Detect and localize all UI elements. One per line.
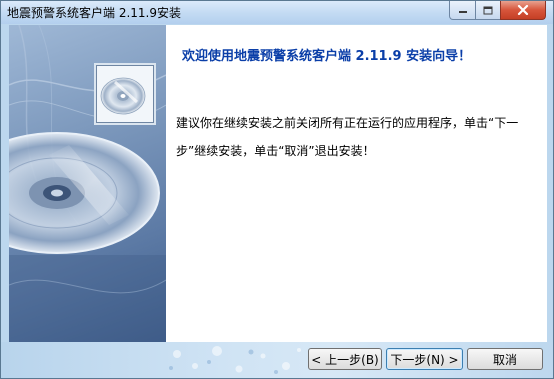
cd-icon	[100, 77, 146, 115]
window-title: 地震预警系统客户端 2.11.9安装	[7, 6, 181, 20]
maximize-button[interactable]	[475, 1, 501, 20]
instruction-text: 建议你在继续安装之前关闭所有正在运行的应用程序，单击“下一步”继续安装，单击“取…	[176, 116, 519, 158]
cancel-button[interactable]: 取消	[467, 348, 543, 370]
installer-window: 地震预警系统客户端 2.11.9安装 欢迎使用地震预警系统客户端 2.11.9 …	[0, 0, 554, 379]
close-icon	[517, 5, 529, 15]
button-bar: < 上一步(B) 下一步(N) > 取消	[1, 342, 553, 378]
wizard-content: 欢迎使用地震预警系统客户端 2.11.9 安装向导！ 建议你在继续安装之前关闭所…	[166, 25, 547, 342]
next-button[interactable]: 下一步(N) >	[386, 348, 463, 370]
welcome-heading: 欢迎使用地震预警系统客户端 2.11.9 安装向导！	[182, 49, 472, 64]
cd-thumbnail	[96, 65, 154, 123]
close-button[interactable]	[500, 1, 546, 20]
back-button[interactable]: < 上一步(B)	[308, 348, 382, 370]
installer-side-image	[9, 25, 166, 342]
minimize-icon	[458, 11, 467, 13]
maximize-icon	[483, 6, 493, 14]
minimize-button[interactable]	[449, 1, 476, 20]
title-bar[interactable]: 地震预警系统客户端 2.11.9安装	[1, 1, 553, 24]
